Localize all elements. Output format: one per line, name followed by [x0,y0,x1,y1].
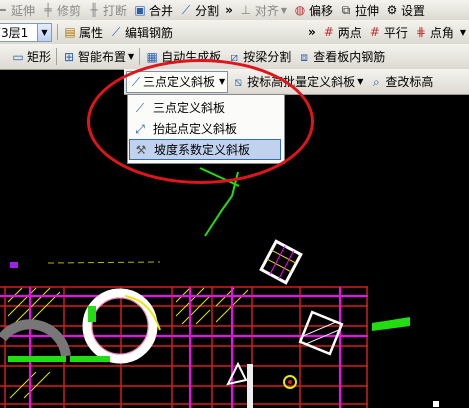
magenta-marker [10,262,18,268]
rotated-slab [259,239,303,285]
green-bar [70,356,110,362]
annotation-ellipse [87,59,314,184]
green-bar [8,356,66,362]
white-triangle [226,361,248,386]
green-bar-right [372,317,410,331]
modify-elevation-button[interactable]: ⌕ 查改标高 [366,69,436,94]
white-post [247,364,253,408]
yellow-circle-center [288,380,292,384]
green-block [88,306,96,322]
white-marker [433,401,439,407]
grey-arc [0,319,71,357]
modify-elevation-label: 查改标高 [385,75,434,89]
rotated-square [298,310,344,356]
yellow-dash [47,261,161,264]
modify-elevation-icon: ⌕ [372,74,380,89]
